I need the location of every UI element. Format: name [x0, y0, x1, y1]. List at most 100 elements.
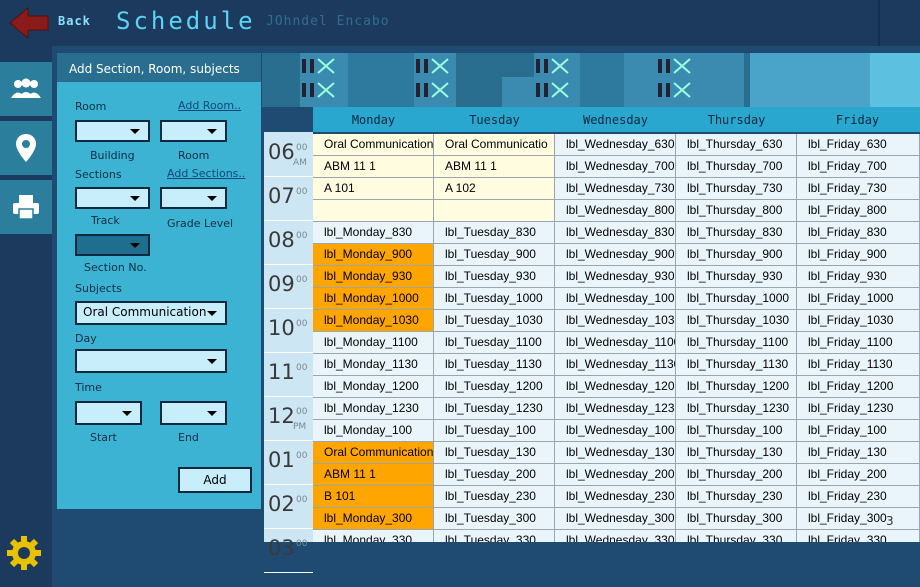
schedule-cell[interactable]: lbl_Wednesday_1100 [555, 332, 676, 354]
schedule-cell[interactable]: lbl_Monday_900 [313, 244, 434, 266]
schedule-cell[interactable]: ABM 11 1 [313, 464, 434, 486]
start-time-select[interactable] [75, 401, 142, 425]
schedule-cell[interactable]: lbl_Wednesday_700 [555, 156, 676, 178]
gear-icon[interactable] [6, 535, 42, 571]
schedule-cell[interactable]: lbl_Friday_230 [797, 486, 920, 508]
schedule-cell[interactable]: ABM 11 1 [434, 156, 555, 178]
schedule-cell[interactable]: lbl_Monday_330 [313, 530, 434, 542]
schedule-cell[interactable]: lbl_Thursday_1230 [676, 398, 797, 420]
schedule-cell[interactable]: lbl_Wednesday_130 [555, 442, 676, 464]
add-button[interactable]: Add [178, 467, 252, 493]
nav-print-button[interactable] [0, 180, 52, 234]
back-arrow-icon[interactable] [8, 6, 50, 40]
schedule-cell[interactable]: lbl_Friday_1000 [797, 288, 920, 310]
schedule-cell[interactable]: lbl_Tuesday_100 [434, 420, 555, 442]
schedule-cell[interactable]: lbl_Tuesday_930 [434, 266, 555, 288]
schedule-cell[interactable]: lbl_Wednesday_930 [555, 266, 676, 288]
schedule-cell[interactable]: lbl_Tuesday_1230 [434, 398, 555, 420]
schedule-cell[interactable]: lbl_Friday_630 [797, 134, 920, 156]
schedule-cell[interactable]: lbl_Thursday_1030 [676, 310, 797, 332]
schedule-cell[interactable]: lbl_Monday_830 [313, 222, 434, 244]
schedule-cell[interactable]: lbl_Friday_800 [797, 200, 920, 222]
schedule-cell[interactable]: lbl_Monday_1200 [313, 376, 434, 398]
schedule-cell[interactable]: lbl_Friday_830 [797, 222, 920, 244]
schedule-cell[interactable]: ABM 11 1 [313, 156, 434, 178]
schedule-cell[interactable]: lbl_Tuesday_1130 [434, 354, 555, 376]
schedule-cell[interactable]: lbl_Wednesday_1030 [555, 310, 676, 332]
schedule-cell[interactable]: lbl_Wednesday_1130 [555, 354, 676, 376]
schedule-cell[interactable]: lbl_Wednesday_830 [555, 222, 676, 244]
room-select[interactable] [160, 120, 227, 142]
schedule-cell[interactable]: lbl_Friday_900 [797, 244, 920, 266]
schedule-cell[interactable]: lbl_Friday_300 [797, 508, 920, 530]
end-time-select[interactable] [160, 401, 227, 425]
schedule-cell[interactable]: lbl_Wednesday_730 [555, 178, 676, 200]
schedule-cell[interactable]: lbl_Wednesday_230 [555, 486, 676, 508]
schedule-cell[interactable]: lbl_Thursday_930 [676, 266, 797, 288]
nav-location-button[interactable] [0, 121, 52, 175]
schedule-cell[interactable]: lbl_Thursday_200 [676, 464, 797, 486]
schedule-cell[interactable]: lbl_Tuesday_230 [434, 486, 555, 508]
schedule-cell[interactable]: lbl_Thursday_100 [676, 420, 797, 442]
schedule-cell[interactable]: B 101 [313, 486, 434, 508]
schedule-cell[interactable]: lbl_Thursday_300 [676, 508, 797, 530]
section-no-select[interactable] [75, 234, 150, 256]
schedule-cell[interactable]: lbl_Wednesday_100 [555, 420, 676, 442]
grade-level-select[interactable] [160, 187, 227, 209]
schedule-cell[interactable]: lbl_Tuesday_1030 [434, 310, 555, 332]
schedule-cell[interactable]: lbl_Tuesday_900 [434, 244, 555, 266]
back-button[interactable]: Back [58, 14, 91, 28]
schedule-cell[interactable]: lbl_Friday_1200 [797, 376, 920, 398]
schedule-cell[interactable]: lbl_Friday_1030 [797, 310, 920, 332]
schedule-cell[interactable]: lbl_Thursday_630 [676, 134, 797, 156]
schedule-cell[interactable]: lbl_Thursday_1100 [676, 332, 797, 354]
schedule-cell[interactable]: lbl_Monday_1130 [313, 354, 434, 376]
schedule-cell[interactable]: lbl_Monday_1000 [313, 288, 434, 310]
schedule-cell[interactable]: lbl_Friday_200 [797, 464, 920, 486]
day-select[interactable] [75, 349, 227, 373]
schedule-cell[interactable]: lbl_Monday_1230 [313, 398, 434, 420]
schedule-cell[interactable]: Oral Communication [313, 134, 434, 156]
schedule-cell[interactable]: lbl_Thursday_1130 [676, 354, 797, 376]
schedule-cell[interactable]: lbl_Thursday_730 [676, 178, 797, 200]
schedule-cell[interactable]: lbl_Monday_100 [313, 420, 434, 442]
schedule-cell[interactable]: lbl_Friday_700 [797, 156, 920, 178]
schedule-cell[interactable]: lbl_Wednesday_900 [555, 244, 676, 266]
schedule-cell[interactable] [313, 200, 434, 222]
schedule-cell[interactable]: lbl_Monday_1030 [313, 310, 434, 332]
schedule-cell[interactable]: A 101 [313, 178, 434, 200]
schedule-cell[interactable]: lbl_Wednesday_1000 [555, 288, 676, 310]
schedule-cell[interactable]: lbl_Friday_100 [797, 420, 920, 442]
schedule-cell[interactable]: lbl_Friday_130 [797, 442, 920, 464]
schedule-cell[interactable]: lbl_Monday_930 [313, 266, 434, 288]
schedule-cell[interactable]: Oral Communicatio [434, 134, 555, 156]
schedule-cell[interactable]: lbl_Friday_1100 [797, 332, 920, 354]
schedule-cell[interactable]: lbl_Friday_1130 [797, 354, 920, 376]
schedule-cell[interactable]: lbl_Tuesday_1200 [434, 376, 555, 398]
schedule-cell[interactable]: lbl_Tuesday_1100 [434, 332, 555, 354]
track-select[interactable] [75, 187, 150, 209]
add-room-link[interactable]: Add Room.. [178, 99, 241, 112]
schedule-cell[interactable]: lbl_Tuesday_1000 [434, 288, 555, 310]
schedule-cell[interactable]: lbl_Thursday_700 [676, 156, 797, 178]
schedule-cell[interactable]: lbl_Friday_930 [797, 266, 920, 288]
subject-select[interactable]: Oral Communication [75, 301, 227, 325]
schedule-cell[interactable]: lbl_Thursday_1000 [676, 288, 797, 310]
schedule-cell[interactable]: lbl_Tuesday_330 [434, 530, 555, 542]
schedule-cell[interactable]: lbl_Tuesday_300 [434, 508, 555, 530]
schedule-cell[interactable]: lbl_Thursday_1200 [676, 376, 797, 398]
schedule-cell[interactable]: A 102 [434, 178, 555, 200]
schedule-cell[interactable]: lbl_Thursday_130 [676, 442, 797, 464]
schedule-cell[interactable]: lbl_Friday_1230 [797, 398, 920, 420]
schedule-cell[interactable]: lbl_Wednesday_630 [555, 134, 676, 156]
schedule-cell[interactable]: Oral Communication [313, 442, 434, 464]
add-sections-link[interactable]: Add Sections.. [167, 167, 245, 180]
nav-users-button[interactable] [0, 62, 52, 116]
schedule-cell[interactable]: lbl_Tuesday_130 [434, 442, 555, 464]
schedule-cell[interactable]: lbl_Thursday_830 [676, 222, 797, 244]
building-select[interactable] [75, 120, 150, 142]
schedule-cell[interactable]: lbl_Tuesday_830 [434, 222, 555, 244]
schedule-cell[interactable]: lbl_Thursday_900 [676, 244, 797, 266]
schedule-cell[interactable]: lbl_Thursday_230 [676, 486, 797, 508]
schedule-cell[interactable]: lbl_Monday_1100 [313, 332, 434, 354]
